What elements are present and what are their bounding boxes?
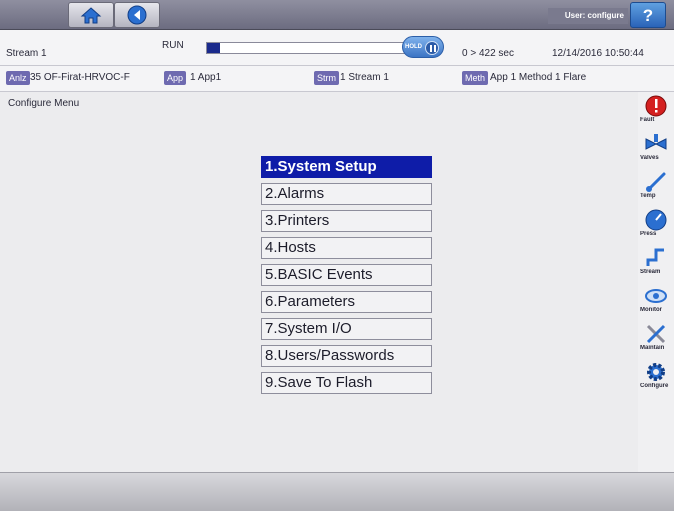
main-panel: Configure Menu 1.System Setup 2.Alarms 3… bbox=[0, 92, 630, 472]
help-glyph: ? bbox=[643, 6, 653, 25]
help-icon: ? bbox=[643, 6, 653, 25]
sidebar-label: Monitor bbox=[640, 307, 662, 313]
user-label: User: configure bbox=[548, 8, 628, 24]
app-tag: App bbox=[164, 71, 187, 85]
cycle-progress-bar bbox=[206, 42, 430, 54]
back-arrow-icon bbox=[127, 5, 147, 25]
anlz-value: 35 OF-Firat-HRVOC-F bbox=[30, 72, 130, 83]
run-state: RUN bbox=[162, 40, 184, 51]
sidebar-item-temp[interactable]: Temp bbox=[638, 168, 674, 204]
sidebar-label: Maintain bbox=[640, 345, 665, 351]
sidebar-item-press[interactable]: Press bbox=[638, 206, 674, 242]
page-title: Configure Menu bbox=[8, 98, 80, 109]
menu-item-alarms[interactable]: 2.Alarms bbox=[261, 183, 432, 205]
sidebar-label: Temp bbox=[640, 193, 656, 199]
sidebar-item-fault[interactable]: Fault bbox=[638, 92, 674, 128]
hold-button[interactable]: HOLD bbox=[402, 36, 444, 58]
press-icon bbox=[645, 209, 667, 231]
stream-name: Stream 1 bbox=[6, 48, 47, 59]
meth-tag: Meth bbox=[462, 71, 489, 85]
menu-item-system-setup[interactable]: 1.System Setup bbox=[261, 156, 432, 178]
pause-icon bbox=[425, 41, 439, 55]
bottom-bar bbox=[0, 472, 674, 511]
sidebar-item-stream[interactable]: Stream bbox=[638, 244, 674, 280]
anlz-tag: Anlz bbox=[6, 71, 30, 85]
cycle-progress-fill bbox=[207, 43, 221, 53]
info-row: Anlz 35 OF-Firat-HRVOC-F App 1 App1 Strm… bbox=[0, 66, 674, 92]
configure-icon bbox=[647, 363, 665, 381]
app-value: 1 App1 bbox=[190, 72, 222, 83]
top-toolbar: User: configure ? bbox=[0, 0, 674, 30]
home-button[interactable] bbox=[68, 2, 114, 28]
temp-icon bbox=[646, 172, 666, 192]
status-row: Stream 1 RUN HOLD 0 > 422 sec 12/14/2016… bbox=[0, 30, 674, 66]
valves-icon bbox=[645, 134, 667, 150]
hold-label: HOLD bbox=[405, 44, 422, 50]
sidebar-label: Configure bbox=[640, 383, 669, 389]
sidebar-label: Press bbox=[640, 231, 657, 237]
strm-tag: Strm bbox=[314, 71, 339, 85]
sidebar-label: Fault bbox=[640, 117, 655, 123]
monitor-icon bbox=[645, 289, 667, 303]
meth-value: App 1 Method 1 Flare bbox=[490, 72, 587, 83]
help-button[interactable]: ? bbox=[630, 2, 666, 28]
menu-item-system-io[interactable]: 7.System I/O bbox=[261, 318, 432, 340]
menu-item-save-to-flash[interactable]: 9.Save To Flash bbox=[261, 372, 432, 394]
configure-menu: 1.System Setup 2.Alarms 3.Printers 4.Hos… bbox=[261, 156, 432, 399]
menu-item-users-passwords[interactable]: 8.Users/Passwords bbox=[261, 345, 432, 367]
sidebar-label: Stream bbox=[640, 269, 661, 275]
back-button[interactable] bbox=[114, 2, 160, 28]
strm-value: 1 Stream 1 bbox=[340, 72, 389, 83]
maintain-icon bbox=[646, 324, 666, 344]
screen: User: configure ? Stream 1 RUN HOLD 0 > … bbox=[0, 0, 674, 511]
cycle-time: 0 > 422 sec bbox=[462, 48, 514, 59]
sidebar-item-maintain[interactable]: Maintain bbox=[638, 320, 674, 356]
sidebar-item-configure[interactable]: Configure bbox=[638, 358, 674, 394]
home-icon bbox=[80, 7, 102, 24]
sidebar-label: Valves bbox=[640, 155, 659, 161]
sidebar-item-valves[interactable]: Valves bbox=[638, 130, 674, 166]
menu-item-hosts[interactable]: 4.Hosts bbox=[261, 237, 432, 259]
menu-item-basic-events[interactable]: 5.BASIC Events bbox=[261, 264, 432, 286]
datetime: 12/14/2016 10:50:44 bbox=[552, 48, 644, 59]
stream-icon bbox=[646, 248, 664, 266]
menu-item-printers[interactable]: 3.Printers bbox=[261, 210, 432, 232]
menu-item-parameters[interactable]: 6.Parameters bbox=[261, 291, 432, 313]
right-sidebar: Fault Valves Temp Press Stream Monitor M… bbox=[638, 92, 674, 472]
sidebar-item-monitor[interactable]: Monitor bbox=[638, 282, 674, 318]
fault-icon bbox=[645, 95, 667, 117]
